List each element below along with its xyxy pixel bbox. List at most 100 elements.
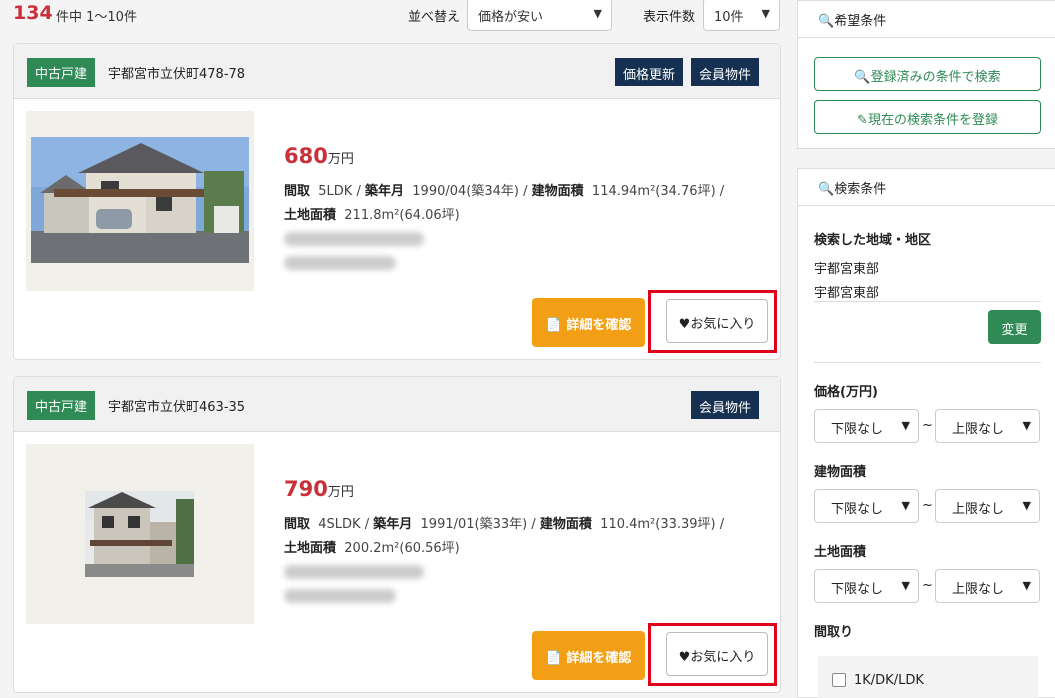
- listing-address: 宇都宮市立伏町463-35: [108, 400, 246, 415]
- blurred-text: [284, 589, 396, 603]
- blurred-text: [284, 256, 396, 270]
- price-min-select[interactable]: 下限なし ▼: [814, 409, 919, 443]
- spec-label: 建物面積: [539, 517, 592, 532]
- chevron-down-icon: ▼: [1022, 579, 1031, 592]
- listing-price: 680万円: [284, 144, 354, 168]
- heart-icon: ♥: [678, 650, 691, 665]
- building-area-min-select[interactable]: 下限なし ▼: [814, 489, 919, 523]
- wish-conditions-panel: 🔍希望条件 🔍登録済みの条件で検索 ✎現在の検索条件を登録: [797, 0, 1055, 149]
- building-area-max-value: 上限なし: [952, 502, 1005, 517]
- wish-conditions-title: 希望条件: [834, 14, 887, 29]
- spec-label: 築年月: [373, 517, 413, 532]
- building-area-max-select[interactable]: 上限なし ▼: [935, 489, 1040, 523]
- listing-specs-land: 土地面積 200.2m²(60.56坪): [284, 537, 460, 556]
- listing-card: 中古戸建 宇都宮市立伏町478-78 価格更新 会員物件 680万円 間取 5L…: [13, 43, 781, 360]
- price-filter-label: 価格(万円): [814, 385, 878, 400]
- house-photo: [31, 137, 249, 263]
- sort-select-value: 価格が安い: [478, 10, 544, 25]
- layout-filter-label: 間取り: [814, 625, 854, 640]
- price-max-value: 上限なし: [952, 422, 1005, 437]
- spec-layout: 5LDK: [318, 184, 353, 199]
- spec-label: 土地面積: [284, 541, 337, 556]
- layout-option-label: 1K/DK/LDK: [854, 673, 924, 688]
- layout-option-checkbox[interactable]: [832, 673, 846, 687]
- price-unit: 万円: [327, 485, 354, 500]
- result-range: 件中 1〜10件: [56, 10, 137, 25]
- spec-built: 1990/04(築34年): [412, 184, 519, 199]
- search-icon: 🔍: [818, 14, 835, 29]
- listing-photo[interactable]: [26, 444, 254, 624]
- favorite-button-label: お気に入り: [690, 317, 756, 332]
- change-region-button[interactable]: 変更: [988, 310, 1041, 344]
- members-tag: 会員物件: [691, 58, 760, 86]
- listing-card: 中古戸建 宇都宮市立伏町463-35 会員物件 790万円 間取 4SLDK /…: [13, 376, 781, 693]
- listing-header: 中古戸建 宇都宮市立伏町463-35 会員物件: [14, 377, 780, 432]
- land-area-filter-label: 土地面積: [814, 545, 867, 560]
- building-area-filter-label: 建物面積: [814, 465, 867, 480]
- chevron-down-icon: ▼: [901, 419, 910, 432]
- count-select[interactable]: 10件 ▼: [703, 0, 780, 31]
- members-tag: 会員物件: [691, 391, 760, 419]
- search-saved-conditions-button[interactable]: 🔍登録済みの条件で検索: [814, 57, 1041, 91]
- divider: [814, 362, 1041, 363]
- detail-button-label: 詳細を確認: [566, 318, 632, 333]
- range-separator: ~: [922, 418, 933, 433]
- spec-built: 1991/01(築33年): [420, 517, 528, 532]
- chevron-down-icon: ▼: [901, 499, 910, 512]
- wish-conditions-header: 🔍希望条件: [798, 1, 1055, 38]
- price-value: 680: [284, 144, 328, 168]
- land-area-min-select[interactable]: 下限なし ▼: [814, 569, 919, 603]
- price-unit: 万円: [327, 152, 354, 167]
- detail-button[interactable]: 📄 詳細を確認: [532, 298, 645, 347]
- spec-layout: 4SLDK: [318, 517, 361, 532]
- land-area-max-select[interactable]: 上限なし ▼: [935, 569, 1040, 603]
- layout-option-row[interactable]: 1K/DK/LDK: [818, 656, 1038, 698]
- building-area-min-value: 下限なし: [831, 502, 884, 517]
- price-updated-tag: 価格更新: [615, 58, 684, 86]
- sort-select[interactable]: 価格が安い ▼: [467, 0, 612, 31]
- search-saved-conditions-label: 登録済みの条件で検索: [870, 70, 1001, 85]
- property-type-badge: 中古戸建: [27, 58, 96, 87]
- spec-land-area: 211.8m²(64.06坪): [344, 208, 460, 223]
- detail-button[interactable]: 📄 詳細を確認: [532, 631, 645, 680]
- range-separator: ~: [922, 578, 933, 593]
- listing-specs: 間取 4SLDK / 築年月 1991/01(築33年) / 建物面積 110.…: [284, 517, 725, 532]
- spec-label: 間取: [284, 517, 311, 532]
- listing-price: 790万円: [284, 477, 354, 501]
- sort-label: 並べ替え: [408, 10, 461, 25]
- heart-icon: ♥: [678, 317, 691, 332]
- price-value: 790: [284, 477, 328, 501]
- house-photo: [85, 491, 194, 577]
- region-item: 宇都宮東部: [814, 262, 880, 277]
- search-conditions-title: 検索条件: [834, 182, 887, 197]
- blurred-text: [284, 232, 424, 246]
- spec-building-area: 110.4m²(33.39坪): [600, 517, 716, 532]
- save-current-conditions-label: 現在の検索条件を登録: [867, 113, 998, 128]
- property-type-badge: 中古戸建: [27, 391, 96, 420]
- favorite-button-label: お気に入り: [690, 650, 756, 665]
- chevron-down-icon: ▼: [593, 7, 602, 20]
- region-label: 検索した地域・地区: [814, 233, 932, 248]
- search-icon: 🔍: [818, 182, 835, 197]
- land-area-min-value: 下限なし: [831, 582, 884, 597]
- count-select-value: 10件: [714, 10, 744, 25]
- spec-label: 土地面積: [284, 208, 337, 223]
- favorite-button[interactable]: ♥お気に入り: [666, 299, 768, 343]
- spec-label: 間取: [284, 184, 311, 199]
- search-icon: 🔍: [854, 70, 871, 85]
- region-item: 宇都宮東部: [814, 286, 880, 301]
- listing-photo[interactable]: [26, 111, 254, 291]
- blurred-text: [284, 565, 424, 579]
- save-current-conditions-button[interactable]: ✎現在の検索条件を登録: [814, 100, 1041, 134]
- results-toolbar: 134 件中 1〜10件 並べ替え 価格が安い ▼ 表示件数 10件 ▼: [0, 0, 790, 31]
- listing-header: 中古戸建 宇都宮市立伏町478-78 価格更新 会員物件: [14, 44, 780, 99]
- spec-land-area: 200.2m²(60.56坪): [344, 541, 460, 556]
- search-conditions-panel: 🔍検索条件 検索した地域・地区 宇都宮東部 宇都宮東部 変更 価格(万円) 下限…: [797, 168, 1055, 698]
- price-max-select[interactable]: 上限なし ▼: [935, 409, 1040, 443]
- change-region-label: 変更: [1001, 323, 1028, 338]
- search-conditions-header: 🔍検索条件: [798, 169, 1055, 206]
- chevron-down-icon: ▼: [761, 7, 770, 20]
- price-min-value: 下限なし: [831, 422, 884, 437]
- favorite-button[interactable]: ♥お気に入り: [666, 632, 768, 676]
- detail-button-label: 詳細を確認: [566, 651, 632, 666]
